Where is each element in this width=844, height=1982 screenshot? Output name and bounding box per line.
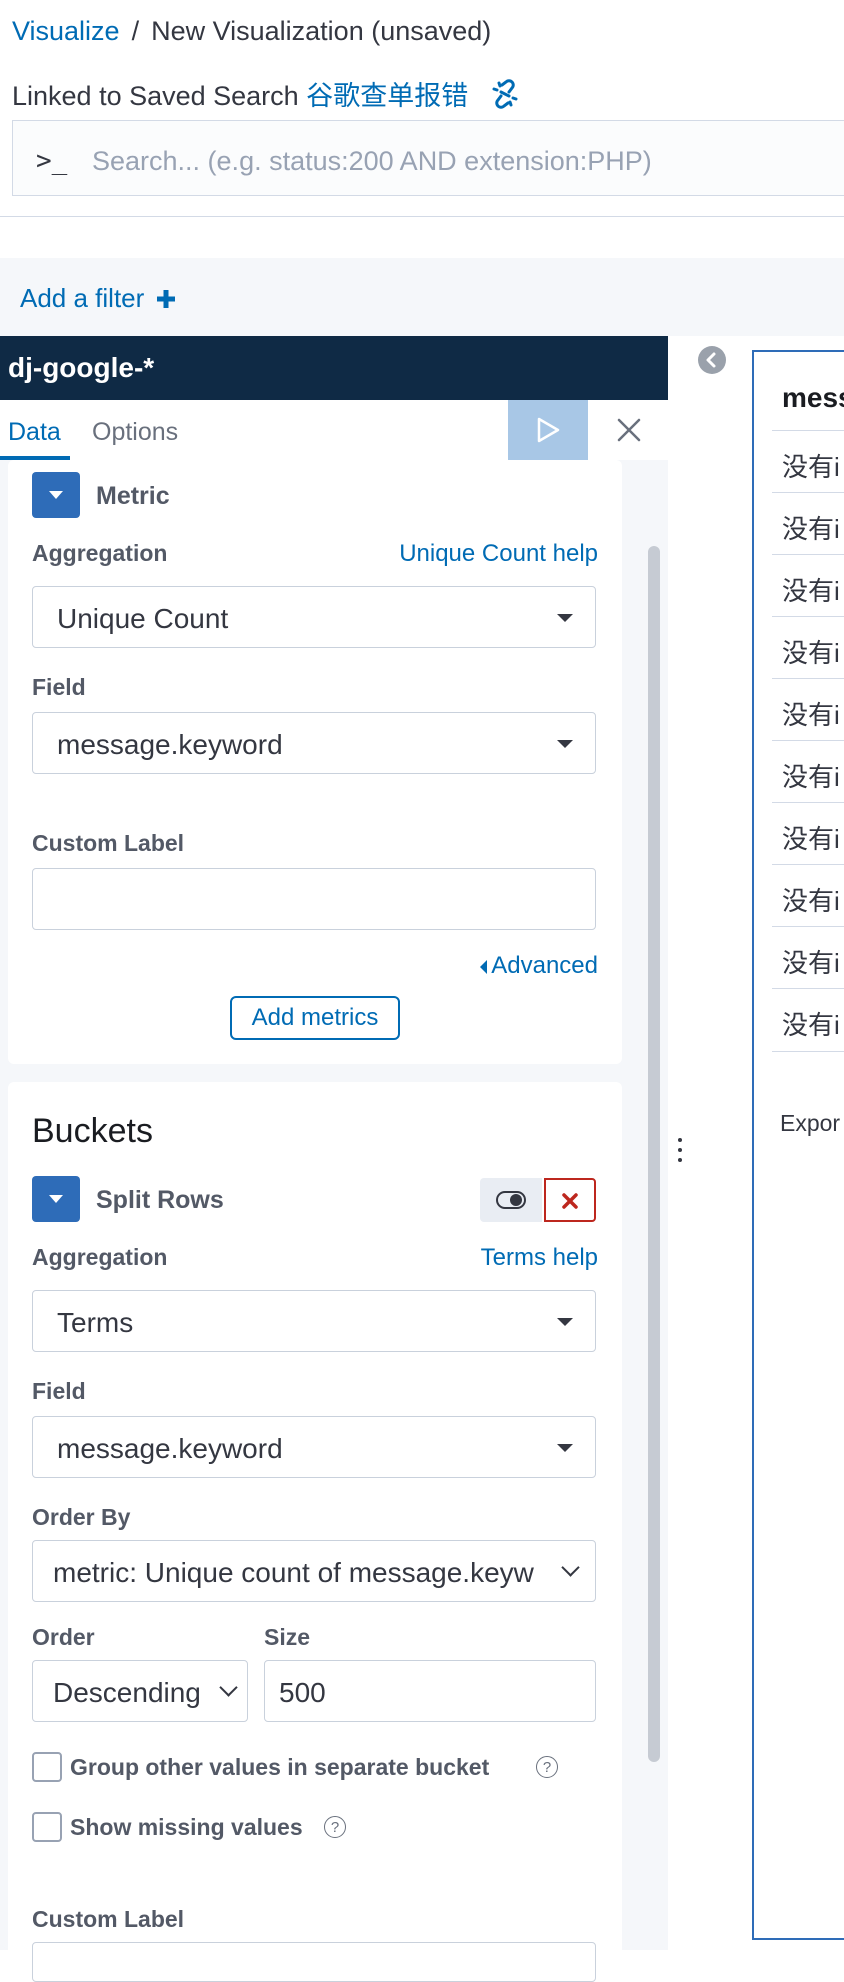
linked-search-link[interactable]: 谷歌查单报错	[306, 81, 468, 111]
order-value: Descending	[53, 1677, 201, 1708]
terms-help-link[interactable]: Terms help	[481, 1244, 598, 1272]
bucket-field-value: message.keyword	[57, 1433, 283, 1464]
advanced-label: Advanced	[491, 952, 598, 979]
caret-down-icon	[557, 740, 573, 748]
group-other-checkbox[interactable]	[32, 1752, 62, 1782]
bucket-field-label: Field	[32, 1378, 86, 1404]
table-row: 没有i	[772, 926, 844, 989]
linked-search-info: Linked to Saved Search 谷歌查单报错	[12, 74, 520, 116]
bucket-aggregation-value: Terms	[57, 1307, 134, 1338]
discard-changes-button[interactable]	[612, 410, 646, 450]
table-cell: 没有i	[782, 948, 840, 978]
add-filter-label: Add a filter	[20, 283, 145, 313]
bucket-aggregation-select[interactable]: Terms	[32, 1290, 596, 1352]
order-label: Order	[32, 1624, 95, 1650]
remove-agg-button[interactable]	[544, 1178, 596, 1222]
unlink-icon[interactable]	[490, 79, 520, 116]
table-row: 没有i	[772, 802, 844, 865]
resize-handle[interactable]	[674, 1130, 686, 1170]
caret-down-icon	[557, 1318, 573, 1326]
cross-icon	[561, 1192, 579, 1215]
toggle-agg-button[interactable]	[480, 1178, 542, 1222]
table-row: 没有i	[772, 616, 844, 679]
chevron-down-icon	[561, 1558, 580, 1577]
metric-aggregation-select[interactable]: Unique Count	[32, 586, 596, 648]
export-label[interactable]: Expor	[780, 1110, 840, 1137]
table-column-header[interactable]: mess	[782, 382, 844, 414]
table-cell: 没有i	[782, 762, 840, 792]
breadcrumb-visualize-link[interactable]: Visualize	[12, 16, 120, 46]
order-select[interactable]: Descending	[32, 1660, 248, 1722]
breadcrumb-separator: /	[131, 16, 140, 46]
metric-aggregation-label: Aggregation	[32, 540, 168, 566]
metric-custom-label-label: Custom Label	[32, 830, 185, 856]
size-value: 500	[279, 1677, 326, 1708]
table-cell: 没有i	[782, 1010, 840, 1040]
show-missing-checkbox[interactable]	[32, 1812, 62, 1842]
show-missing-label[interactable]: Show missing values	[70, 1814, 303, 1841]
apply-changes-button[interactable]	[508, 400, 588, 460]
chevron-down-icon	[219, 1678, 238, 1697]
divider	[0, 216, 844, 217]
tab-options[interactable]: Options	[92, 418, 178, 447]
question-icon: ?	[324, 1816, 346, 1838]
split-rows-collapse-button[interactable]	[32, 1176, 80, 1222]
table-row: 没有i	[772, 864, 844, 927]
table-cell: 没有i	[782, 638, 840, 668]
metric-custom-label-input[interactable]	[32, 868, 596, 930]
bucket-aggregation-label: Aggregation	[32, 1244, 168, 1270]
group-other-label[interactable]: Group other values in separate bucket	[70, 1754, 489, 1781]
caret-down-icon	[557, 1444, 573, 1452]
breadcrumb: Visualize / New Visualization (unsaved)	[12, 16, 491, 47]
size-label: Size	[264, 1624, 311, 1650]
question-icon: ?	[536, 1756, 558, 1778]
add-filter-button[interactable]: Add a filter	[20, 283, 176, 316]
table-row: 没有i	[772, 430, 844, 493]
order-by-value: metric: Unique count of message.keyw	[53, 1557, 534, 1588]
table-cell: 没有i	[782, 886, 840, 916]
table-cell: 没有i	[782, 514, 840, 544]
table-cell: 没有i	[782, 576, 840, 606]
table-row: 没有i	[772, 988, 844, 1052]
linked-search-prefix: Linked to Saved Search	[12, 81, 299, 111]
chevron-left-circle-icon[interactable]	[698, 346, 726, 374]
search-input[interactable]: Search... (e.g. status:200 AND extension…	[92, 146, 652, 177]
table-row: 没有i	[772, 678, 844, 741]
close-icon	[612, 418, 646, 454]
bucket-custom-label-input[interactable]	[32, 1942, 596, 1982]
caret-down-icon	[557, 614, 573, 622]
table-cell: 没有i	[782, 824, 840, 854]
metric-field-label: Field	[32, 674, 86, 700]
metric-field-select[interactable]: message.keyword	[32, 712, 596, 774]
order-by-select[interactable]: metric: Unique count of message.keyw	[32, 1540, 596, 1602]
table-cell: 没有i	[782, 452, 840, 482]
bucket-custom-label-label: Custom Label	[32, 1906, 185, 1932]
add-metrics-button[interactable]: Add metrics	[230, 996, 400, 1040]
query-prompt-icon: >_	[36, 146, 68, 176]
advanced-toggle-link[interactable]: Advanced	[480, 952, 598, 980]
page-title: New Visualization (unsaved)	[151, 16, 492, 46]
metric-collapse-button[interactable]	[32, 472, 80, 518]
toggle-icon	[496, 1191, 526, 1214]
metric-field-value: message.keyword	[57, 729, 283, 760]
metric-title: Metric	[96, 482, 170, 510]
tab-data[interactable]: Data	[8, 418, 61, 447]
table-row: 没有i	[772, 492, 844, 555]
buckets-title: Buckets	[32, 1112, 153, 1150]
split-rows-title: Split Rows	[96, 1186, 224, 1214]
play-icon	[534, 417, 562, 448]
table-row: 没有i	[772, 554, 844, 617]
index-pattern-title: dj-google-*	[8, 352, 155, 383]
sidebar-scrollbar[interactable]	[648, 546, 660, 1762]
bucket-field-select[interactable]: message.keyword	[32, 1416, 596, 1478]
table-cell: 没有i	[782, 700, 840, 730]
unique-count-help-link[interactable]: Unique Count help	[399, 540, 598, 568]
size-input[interactable]: 500	[264, 1660, 596, 1722]
caret-left-icon	[480, 959, 488, 974]
plus-icon	[156, 285, 176, 316]
metric-aggregation-value: Unique Count	[57, 603, 229, 634]
table-row: 没有i	[772, 740, 844, 803]
order-by-label: Order By	[32, 1504, 131, 1530]
